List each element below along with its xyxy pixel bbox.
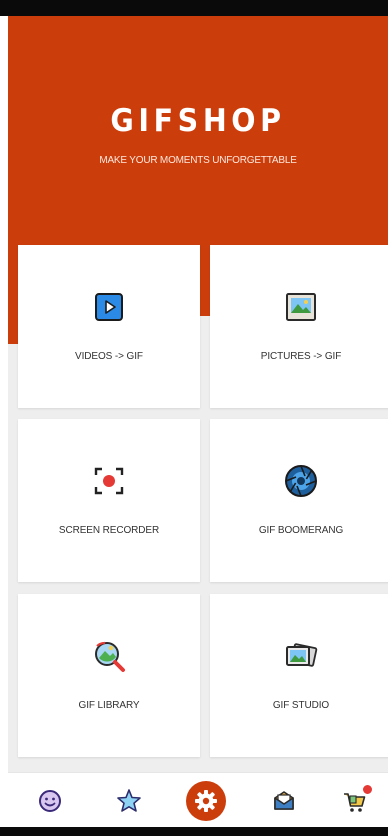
picture-icon — [286, 293, 316, 321]
nav-item-smiley[interactable] — [36, 787, 64, 815]
gif-library-label: GIF LIBRARY — [78, 700, 140, 711]
search-image-icon — [95, 641, 125, 672]
nav-item-settings[interactable] — [186, 781, 226, 821]
nav-item-star[interactable] — [115, 787, 143, 815]
gif-library-card[interactable]: GIF LIBRARY — [18, 594, 200, 757]
status-bar — [0, 0, 388, 16]
gif-boomerang-label: GIF BOOMERANG — [258, 525, 344, 536]
mail-icon — [274, 791, 294, 810]
smiley-icon — [39, 790, 61, 812]
settings-gear-icon — [195, 790, 217, 812]
camera-aperture-icon — [285, 465, 317, 497]
nav-item-mail[interactable] — [270, 787, 298, 815]
home-screen: GIFSHOP MAKE YOUR MOMENTS UNFORGETTABLE … — [8, 16, 388, 827]
star-icon — [117, 789, 141, 812]
screen-recorder-label: SCREEN RECORDER — [58, 525, 160, 536]
app-tagline: MAKE YOUR MOMENTS UNFORGETTABLE — [99, 155, 297, 166]
gif-studio-label: GIF STUDIO — [272, 700, 330, 711]
home-indicator-bar — [0, 827, 388, 836]
nav-item-cart[interactable] — [341, 784, 373, 815]
app-title: GIFSHOP — [110, 103, 286, 139]
videos-to-gif-label: VIDEOS -> GIF — [75, 351, 143, 362]
screen-recorder-card[interactable]: SCREEN RECORDER — [18, 419, 200, 582]
pictures-to-gif-card[interactable]: PICTURES -> GIF — [210, 245, 388, 408]
videos-to-gif-card[interactable]: VIDEOS -> GIF — [18, 245, 200, 408]
cart-badge — [362, 784, 373, 795]
app-frame: GIFSHOP MAKE YOUR MOMENTS UNFORGETTABLE … — [0, 0, 388, 836]
image-stack-icon — [286, 643, 318, 667]
video-play-icon — [95, 293, 123, 321]
gif-boomerang-card[interactable]: GIF BOOMERANG — [210, 419, 388, 582]
gif-studio-card[interactable]: GIF STUDIO — [210, 594, 388, 757]
bottom-nav-bar — [8, 772, 388, 827]
pictures-to-gif-label: PICTURES -> GIF — [260, 351, 342, 362]
record-icon — [94, 467, 124, 495]
